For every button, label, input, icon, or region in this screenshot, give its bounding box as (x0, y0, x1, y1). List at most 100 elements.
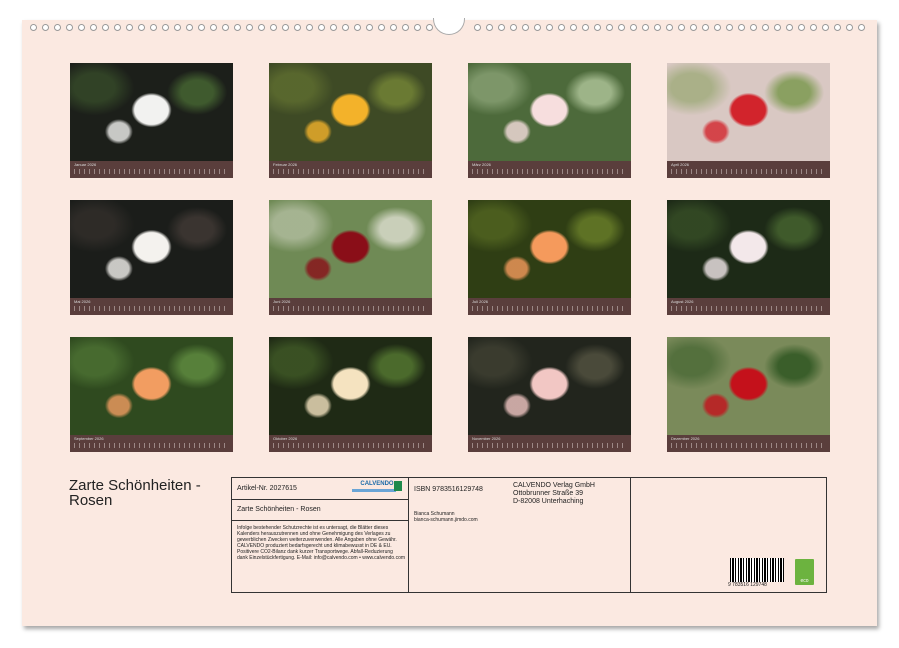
binding-ring-icon (774, 24, 781, 31)
binding-ring-icon (246, 24, 253, 31)
apricot-roses-photo (70, 337, 233, 435)
month-date-bar: März 2026 (468, 161, 631, 178)
binding-ring-icon (678, 24, 685, 31)
info-column-1: Artikel-Nr. 2027615 CALVENDO Zarte Schön… (232, 478, 409, 592)
binding-ring-icon (138, 24, 145, 31)
eco-label-text: eco (800, 578, 808, 584)
binding-ring-icon (186, 24, 193, 31)
binding-ring-icon (702, 24, 709, 31)
article-row: Artikel-Nr. 2027615 CALVENDO (232, 478, 408, 500)
binding-ring-icon (42, 24, 49, 31)
binding-ring-icon (522, 24, 529, 31)
binding-ring-icon (498, 24, 505, 31)
publisher-city: D-82008 Unterhaching (513, 498, 583, 505)
binding-ring-icon (318, 24, 325, 31)
month-label: Oktober 2026 (273, 436, 297, 441)
isbn: ISBN 9783516129748 (414, 486, 483, 493)
logo-underline (352, 489, 396, 492)
binding-ring-icon (54, 24, 61, 31)
month-thumbnail: Juli 2026 (468, 200, 631, 315)
month-days-strip (273, 443, 428, 448)
logo-flag-icon (394, 481, 402, 491)
binding-ring-icon (162, 24, 169, 31)
month-date-bar: Februar 2026 (269, 161, 432, 178)
month-date-bar: August 2026 (667, 298, 830, 315)
binding-ring-icon (546, 24, 553, 31)
legal-notice: Infolge bestehender Schutzrechte ist es … (237, 525, 405, 561)
product-title: Zarte Schönheiten - Rosen (237, 506, 321, 513)
binding-ring-icon (258, 24, 265, 31)
month-label: Juni 2026 (273, 299, 290, 304)
binding-ring-icon (642, 24, 649, 31)
month-thumbnail: November 2026 (468, 337, 631, 452)
binding-ring-icon (630, 24, 637, 31)
binding-ring-icon (582, 24, 589, 31)
binding-ring-icon (342, 24, 349, 31)
binding-ring-icon (798, 24, 805, 31)
product-title-row: Zarte Schönheiten - Rosen (232, 499, 408, 521)
binding-ring-icon (294, 24, 301, 31)
author-url: bianca-schumann.jimdo.com (414, 517, 478, 523)
pink-rose-photo (468, 337, 631, 435)
binding-ring-icon (90, 24, 97, 31)
month-days-strip (74, 443, 229, 448)
month-days-strip (472, 443, 627, 448)
month-label: April 2026 (671, 162, 689, 167)
month-days-strip (671, 306, 826, 311)
month-date-bar: Oktober 2026 (269, 435, 432, 452)
binding-ring-icon (174, 24, 181, 31)
eco-label-icon: eco (795, 559, 814, 585)
binding-ring-icon (810, 24, 817, 31)
binding-ring-icon (414, 24, 421, 31)
calvendo-logo: CALVENDO (352, 481, 402, 494)
title-line-1: Zarte Schönheiten - (69, 478, 201, 493)
month-date-bar: Mai 2026 (70, 298, 233, 315)
month-label: März 2026 (472, 162, 491, 167)
month-label: Dezember 2026 (671, 436, 699, 441)
month-date-bar: April 2026 (667, 161, 830, 178)
binding-ring-icon (654, 24, 661, 31)
month-label: November 2026 (472, 436, 500, 441)
dark-red-rose-photo (269, 200, 432, 298)
month-date-bar: Dezember 2026 (667, 435, 830, 452)
binding-ring-icon (270, 24, 277, 31)
red-rose-photo (667, 63, 830, 161)
binding-ring-icon (150, 24, 157, 31)
calendar-title: Zarte Schönheiten - Rosen (69, 478, 201, 508)
binding-ring-icon (510, 24, 517, 31)
title-line-2: Rosen (69, 493, 201, 508)
binding-ring-icon (66, 24, 73, 31)
binding-ring-icon (858, 24, 865, 31)
white-roses-photo (70, 63, 233, 161)
binding-ring-icon (786, 24, 793, 31)
binding-ring-icon (30, 24, 37, 31)
binding-ring-icon (426, 24, 433, 31)
month-thumbnail: September 2026 (70, 337, 233, 452)
binding-ring-icon (618, 24, 625, 31)
red-rose-leaves-photo (667, 337, 830, 435)
binding-ring-icon (594, 24, 601, 31)
binding-ring-icon (822, 24, 829, 31)
month-date-bar: Juli 2026 (468, 298, 631, 315)
month-label: Juli 2026 (472, 299, 488, 304)
barcode-number: 9 783516 129748 (728, 582, 767, 588)
binding-ring-icon (378, 24, 385, 31)
month-thumbnail: Juni 2026 (269, 200, 432, 315)
month-days-strip (273, 306, 428, 311)
month-label: Mai 2026 (74, 299, 90, 304)
calvendo-logo-text: CALVENDO (360, 481, 393, 487)
month-label: Januar 2026 (74, 162, 96, 167)
month-date-bar: Januar 2026 (70, 161, 233, 178)
month-label: September 2026 (74, 436, 104, 441)
month-days-strip (273, 169, 428, 174)
binding-ring-icon (78, 24, 85, 31)
spiral-binding (30, 22, 870, 36)
month-days-strip (472, 169, 627, 174)
binding-ring-icon (198, 24, 205, 31)
binding-ring-icon (234, 24, 241, 31)
binding-ring-icon (306, 24, 313, 31)
white-pink-rose-photo (667, 200, 830, 298)
month-thumbnail: Mai 2026 (70, 200, 233, 315)
barcode (730, 558, 784, 582)
month-label: Februar 2026 (273, 162, 297, 167)
